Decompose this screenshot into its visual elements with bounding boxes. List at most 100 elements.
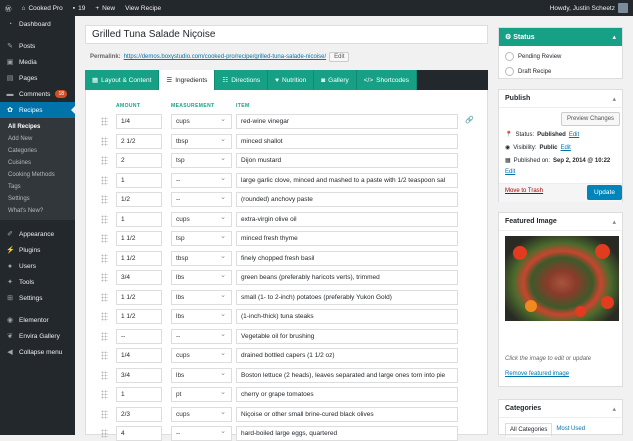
drag-handle-icon[interactable] xyxy=(101,175,108,185)
drag-handle-icon[interactable] xyxy=(101,409,108,419)
item-input[interactable]: hard-boiled large eggs, quartered xyxy=(236,426,458,441)
edit-status-link[interactable]: Edit xyxy=(569,132,579,138)
menu-media[interactable]: ▣ Media xyxy=(0,54,75,70)
amount-input[interactable]: 3/4 xyxy=(116,367,162,383)
item-input[interactable]: small (1- to 2-inch) potatoes (preferabl… xyxy=(236,289,458,305)
amount-input[interactable]: 1 xyxy=(116,387,162,402)
measurement-select[interactable]: cups xyxy=(171,211,232,227)
remove-featured-image-link[interactable]: Remove featured image xyxy=(505,371,569,377)
item-input[interactable]: Niçoise or other small brine-cured black… xyxy=(236,406,458,422)
measurement-select[interactable]: -- xyxy=(171,328,232,344)
amount-input[interactable]: 1 1/2 xyxy=(116,289,162,305)
submenu-settings[interactable]: Settings xyxy=(0,193,75,205)
submenu-all-recipes[interactable]: All Recipes xyxy=(0,121,75,133)
updates-link[interactable]: ▪ 19 xyxy=(68,0,91,16)
submenu-cooking-methods[interactable]: Cooking Methods xyxy=(0,169,75,181)
edit-date-link[interactable]: Edit xyxy=(505,169,515,175)
amount-input[interactable]: 1 1/2 xyxy=(116,309,162,324)
drag-handle-icon[interactable] xyxy=(101,351,108,360)
menu-comments[interactable]: ▬ Comments 18 xyxy=(0,86,75,102)
item-input[interactable]: minced shallot xyxy=(236,133,458,149)
item-input[interactable]: finely chopped fresh basil xyxy=(236,250,458,266)
amount-input[interactable]: -- xyxy=(116,328,162,344)
tab-ingredients[interactable]: ☰ Ingredients xyxy=(159,70,216,90)
permalink-edit-button[interactable]: Edit xyxy=(329,52,350,62)
amount-input[interactable]: 1 1/2 xyxy=(116,231,162,246)
post-title-input[interactable]: Grilled Tuna Salade Niçoise xyxy=(85,25,488,44)
new-content-link[interactable]: + New xyxy=(90,0,120,16)
menu-pages[interactable]: ▤ Pages xyxy=(0,70,75,86)
amount-input[interactable]: 3/4 xyxy=(116,270,162,285)
tab-shortcodes[interactable]: </> Shortcodes xyxy=(356,70,418,90)
amount-input[interactable]: 1/4 xyxy=(116,114,162,129)
menu-plugins[interactable]: ⚡ Plugins xyxy=(0,242,75,258)
menu-elementor[interactable]: ◉ Elementor xyxy=(0,312,75,328)
amount-input[interactable]: 4 xyxy=(116,426,162,441)
item-input[interactable]: Boston lettuce (2 heads), leaves separat… xyxy=(236,367,458,383)
measurement-select[interactable]: tsp xyxy=(171,153,232,168)
measurement-select[interactable]: lbs xyxy=(171,270,232,285)
edit-visibility-link[interactable]: Edit xyxy=(561,145,571,151)
move-to-trash-link[interactable]: Move to Trash xyxy=(505,188,543,194)
submenu-tags[interactable]: Tags xyxy=(0,181,75,193)
drag-handle-icon[interactable] xyxy=(101,331,108,341)
drag-handle-icon[interactable] xyxy=(101,117,108,126)
amount-input[interactable]: 1/2 xyxy=(116,192,162,207)
drag-handle-icon[interactable] xyxy=(101,292,108,302)
item-input[interactable]: Dijon mustard xyxy=(236,153,458,168)
pending-review-option[interactable]: Pending Review xyxy=(505,52,622,61)
drag-handle-icon[interactable] xyxy=(101,429,108,438)
measurement-select[interactable]: lbs xyxy=(171,289,232,305)
featured-image[interactable] xyxy=(505,236,619,321)
radio-button[interactable] xyxy=(505,67,514,76)
submenu-add-new[interactable]: Add New xyxy=(0,133,75,145)
measurement-select[interactable]: -- xyxy=(171,426,232,441)
submenu-cuisines[interactable]: Cuisines xyxy=(0,157,75,169)
drag-handle-icon[interactable] xyxy=(101,214,108,224)
site-name-link[interactable]: ⌂ Cooked Pro xyxy=(17,0,68,16)
measurement-select[interactable]: lbs xyxy=(171,309,232,324)
drag-handle-icon[interactable] xyxy=(101,136,108,146)
amount-input[interactable]: 1 xyxy=(116,172,162,188)
tab-nutrition[interactable]: ♥ Nutrition xyxy=(268,70,315,90)
menu-appearance[interactable]: ✐ Appearance xyxy=(0,226,75,242)
item-input[interactable]: minced fresh thyme xyxy=(236,231,458,246)
item-input[interactable]: red-wine vinegar xyxy=(236,114,458,129)
wordpress-logo-icon[interactable]: Ⓦ xyxy=(0,0,17,16)
drag-handle-icon[interactable] xyxy=(101,156,108,165)
submenu-categories[interactable]: Categories xyxy=(0,145,75,157)
menu-settings[interactable]: ⊞ Settings xyxy=(0,290,75,306)
item-input[interactable]: green beans (preferably haricots verts),… xyxy=(236,270,458,285)
update-button[interactable]: Update xyxy=(587,185,622,200)
measurement-select[interactable]: -- xyxy=(171,192,232,207)
amount-input[interactable]: 1/4 xyxy=(116,348,162,363)
featured-image-header[interactable]: Featured Image ▴ xyxy=(499,213,622,231)
tab-gallery[interactable]: ◙ Gallery xyxy=(314,70,357,90)
link-icon[interactable]: 🔗 xyxy=(465,116,474,124)
amount-input[interactable]: 2 1/2 xyxy=(116,133,162,149)
item-input[interactable]: (rounded) anchovy paste xyxy=(236,192,458,207)
view-recipe-link[interactable]: View Recipe xyxy=(120,0,166,16)
measurement-select[interactable]: lbs xyxy=(171,367,232,383)
collapse-menu[interactable]: ◀ Collapse menu xyxy=(0,344,75,360)
measurement-select[interactable]: cups xyxy=(171,114,232,129)
preview-changes-button[interactable]: Preview Changes xyxy=(561,112,621,126)
menu-dashboard[interactable]: ◔ Dashboard xyxy=(0,16,75,32)
drag-handle-icon[interactable] xyxy=(101,195,108,204)
amount-input[interactable]: 1 1/2 xyxy=(116,250,162,266)
radio-button[interactable] xyxy=(505,52,514,61)
drag-handle-icon[interactable] xyxy=(101,273,108,282)
draft-recipe-option[interactable]: Draft Recipe xyxy=(505,67,622,76)
item-input[interactable]: large garlic clove, minced and mashed to… xyxy=(236,172,458,188)
categories-header[interactable]: Categories ▴ xyxy=(499,400,622,418)
drag-handle-icon[interactable] xyxy=(101,253,108,263)
menu-tools[interactable]: ✦ Tools xyxy=(0,274,75,290)
amount-input[interactable]: 2/3 xyxy=(116,406,162,422)
tab-directions[interactable]: ☷ Directions xyxy=(215,70,269,90)
menu-recipes[interactable]: ✿ Recipes xyxy=(0,102,75,118)
menu-posts[interactable]: ✎ Posts xyxy=(0,38,75,54)
measurement-select[interactable]: pt xyxy=(171,387,232,402)
tab-layout-content[interactable]: ▦ Layout & Content xyxy=(85,70,160,90)
measurement-select[interactable]: cups xyxy=(171,348,232,363)
menu-users[interactable]: ● Users xyxy=(0,258,75,274)
